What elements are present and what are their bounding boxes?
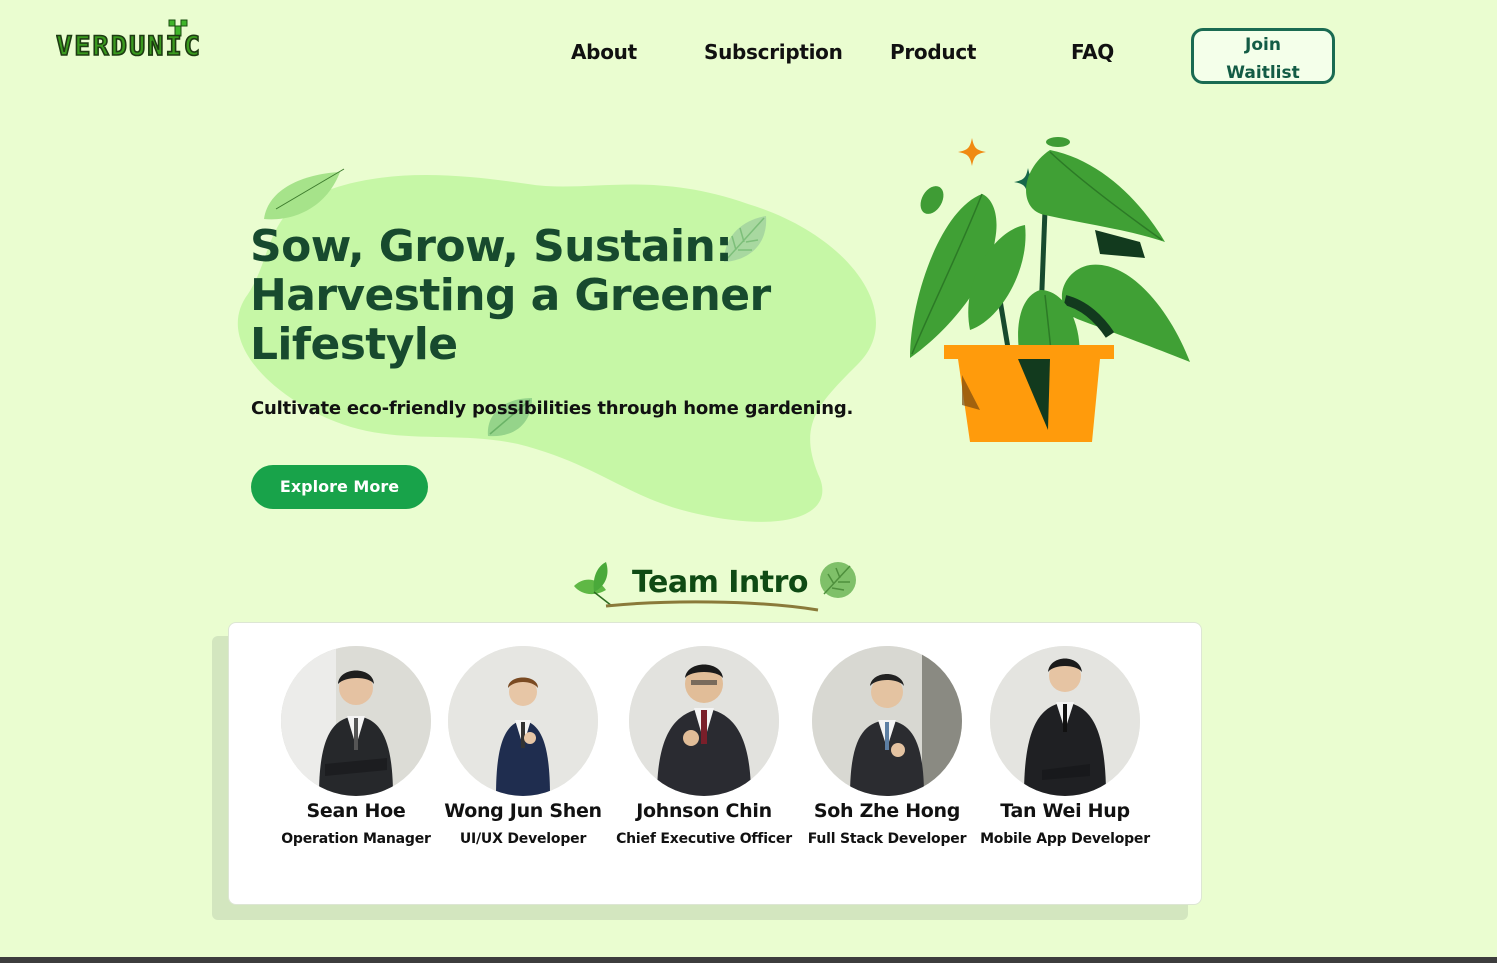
member-name: Wong Jun Shen: [444, 800, 602, 822]
member-name: Johnson Chin: [636, 800, 772, 822]
avatar: [448, 646, 598, 796]
member-name: Soh Zhe Hong: [813, 800, 961, 822]
avatar: [629, 646, 779, 796]
leaf-icon: [574, 562, 613, 607]
nav-about[interactable]: About: [571, 40, 637, 64]
hero-title-line1: Sow, Grow, Sustain:: [250, 221, 733, 272]
avatar: [990, 646, 1140, 796]
member-role: UI/UX Developer: [459, 831, 587, 847]
join-label-line2: Waitlist: [1226, 63, 1300, 83]
leaf-icon: [820, 562, 856, 598]
sparkle-icon: [958, 138, 986, 166]
hero-title-line3: Lifestyle: [250, 319, 458, 370]
hero-title: Sow, Grow, Sustain: Harvesting a Greener…: [250, 222, 810, 369]
team-member: Sean Hoe Operation Manager: [261, 646, 451, 847]
nav-subscription[interactable]: Subscription: [704, 40, 843, 64]
nav-faq[interactable]: FAQ: [1071, 40, 1114, 64]
team-member: Wong Jun Shen UI/UX Developer: [428, 646, 618, 847]
team-heading: Team Intro: [632, 565, 809, 600]
team-member: Soh Zhe Hong Full Stack Developer: [792, 646, 982, 847]
explore-more-button[interactable]: Explore More: [251, 465, 428, 509]
logo-text: VERDUNIC: [56, 31, 202, 62]
hero-subtitle: Cultivate eco-friendly possibilities thr…: [251, 398, 854, 419]
avatar: [812, 646, 962, 796]
member-name: Sean Hoe: [306, 800, 406, 822]
member-name: Tan Wei Hup: [1000, 800, 1130, 822]
join-waitlist-button[interactable]: Join Waitlist: [1191, 28, 1335, 84]
brand-logo[interactable]: VERDUNIC: [56, 18, 266, 62]
hero-title-line2: Harvesting a Greener: [250, 270, 771, 321]
avatar: [281, 646, 431, 796]
member-role: Operation Manager: [281, 831, 431, 847]
member-role: Chief Executive Officer: [616, 831, 792, 847]
join-label-line1: Join: [1245, 35, 1281, 55]
nav-product[interactable]: Product: [890, 40, 976, 64]
team-member: Johnson Chin Chief Executive Officer: [609, 646, 799, 847]
bottom-divider: [0, 957, 1497, 963]
member-role: Full Stack Developer: [807, 831, 967, 847]
team-member: Tan Wei Hup Mobile App Developer: [970, 646, 1160, 847]
member-role: Mobile App Developer: [980, 831, 1150, 847]
plant-pot-illustration: [910, 137, 1190, 442]
